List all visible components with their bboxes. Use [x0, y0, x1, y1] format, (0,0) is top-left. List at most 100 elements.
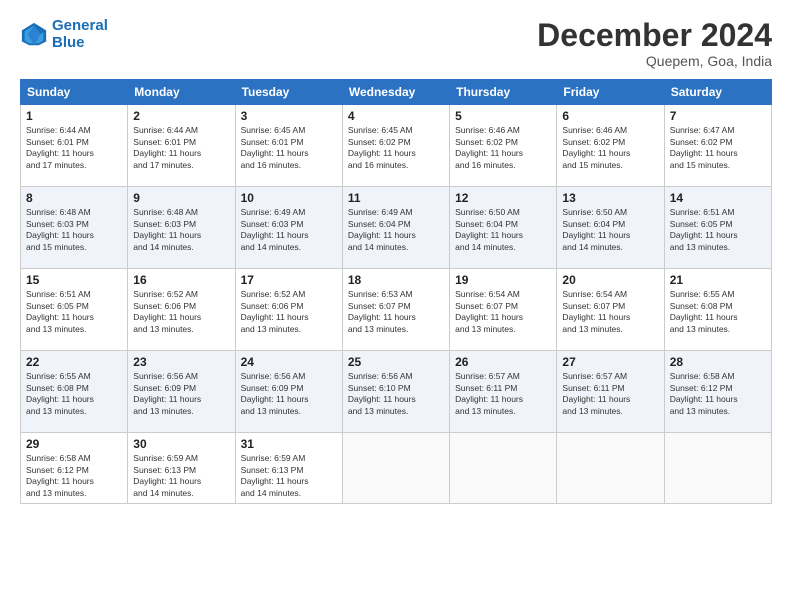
- page: General Blue December 2024 Quepem, Goa, …: [0, 0, 792, 612]
- day-detail: Sunrise: 6:57 AM Sunset: 6:11 PM Dayligh…: [562, 371, 658, 417]
- calendar-week-3: 15 Sunrise: 6:51 AM Sunset: 6:05 PM Dayli…: [21, 269, 772, 351]
- day-number: 25: [348, 355, 444, 369]
- day-detail: Sunrise: 6:46 AM Sunset: 6:02 PM Dayligh…: [455, 125, 551, 171]
- calendar-cell: 7 Sunrise: 6:47 AM Sunset: 6:02 PM Daylig…: [664, 105, 771, 187]
- day-number: 17: [241, 273, 337, 287]
- logo-text: General Blue: [52, 18, 108, 51]
- day-detail: Sunrise: 6:58 AM Sunset: 6:12 PM Dayligh…: [26, 453, 122, 499]
- calendar-cell: 4 Sunrise: 6:45 AM Sunset: 6:02 PM Daylig…: [342, 105, 449, 187]
- day-number: 5: [455, 109, 551, 123]
- day-number: 26: [455, 355, 551, 369]
- calendar-cell: [557, 433, 664, 504]
- calendar-cell: 20 Sunrise: 6:54 AM Sunset: 6:07 PM Dayli…: [557, 269, 664, 351]
- day-detail: Sunrise: 6:49 AM Sunset: 6:04 PM Dayligh…: [348, 207, 444, 253]
- calendar-header-thursday: Thursday: [450, 80, 557, 105]
- calendar-cell: 24 Sunrise: 6:56 AM Sunset: 6:09 PM Dayli…: [235, 351, 342, 433]
- day-number: 29: [26, 437, 122, 451]
- calendar-cell: 9Sunrise: 6:48 AM Sunset: 6:03 PM Daylig…: [128, 187, 235, 269]
- day-detail: Sunrise: 6:53 AM Sunset: 6:07 PM Dayligh…: [348, 289, 444, 335]
- calendar-cell: 18 Sunrise: 6:53 AM Sunset: 6:07 PM Dayli…: [342, 269, 449, 351]
- day-number: 30: [133, 437, 229, 451]
- calendar-cell: 19 Sunrise: 6:54 AM Sunset: 6:07 PM Dayli…: [450, 269, 557, 351]
- calendar-cell: [342, 433, 449, 504]
- calendar-week-5: 29 Sunrise: 6:58 AM Sunset: 6:12 PM Dayli…: [21, 433, 772, 504]
- calendar-cell: 31 Sunrise: 6:59 AM Sunset: 6:13 PM Dayli…: [235, 433, 342, 504]
- calendar-cell: 26Sunrise: 6:57 AM Sunset: 6:11 PM Dayli…: [450, 351, 557, 433]
- calendar-header-tuesday: Tuesday: [235, 80, 342, 105]
- day-detail: Sunrise: 6:56 AM Sunset: 6:09 PM Dayligh…: [133, 371, 229, 417]
- day-detail: Sunrise: 6:44 AM Sunset: 6:01 PM Dayligh…: [26, 125, 122, 171]
- day-detail: Sunrise: 6:54 AM Sunset: 6:07 PM Dayligh…: [562, 289, 658, 335]
- calendar-cell: 8 Sunrise: 6:48 AM Sunset: 6:03 PM Daylig…: [21, 187, 128, 269]
- month-title: December 2024: [537, 18, 772, 53]
- calendar-header-wednesday: Wednesday: [342, 80, 449, 105]
- day-number: 16: [133, 273, 229, 287]
- calendar-cell: 10 Sunrise: 6:49 AM Sunset: 6:03 PM Dayli…: [235, 187, 342, 269]
- calendar-cell: 17Sunrise: 6:52 AM Sunset: 6:06 PM Dayli…: [235, 269, 342, 351]
- day-number: 4: [348, 109, 444, 123]
- calendar-cell: 6Sunrise: 6:46 AM Sunset: 6:02 PM Daylig…: [557, 105, 664, 187]
- day-detail: Sunrise: 6:44 AM Sunset: 6:01 PM Dayligh…: [133, 125, 229, 171]
- day-detail: Sunrise: 6:55 AM Sunset: 6:08 PM Dayligh…: [670, 289, 766, 335]
- day-detail: Sunrise: 6:45 AM Sunset: 6:02 PM Dayligh…: [348, 125, 444, 171]
- day-detail: Sunrise: 6:48 AM Sunset: 6:03 PM Dayligh…: [133, 207, 229, 253]
- calendar-header-saturday: Saturday: [664, 80, 771, 105]
- calendar-cell: 1 Sunrise: 6:44 AM Sunset: 6:01 PM Daylig…: [21, 105, 128, 187]
- title-block: December 2024 Quepem, Goa, India: [537, 18, 772, 69]
- calendar-cell: 12 Sunrise: 6:50 AM Sunset: 6:04 PM Dayli…: [450, 187, 557, 269]
- day-detail: Sunrise: 6:52 AM Sunset: 6:06 PM Dayligh…: [133, 289, 229, 335]
- day-detail: Sunrise: 6:56 AM Sunset: 6:09 PM Dayligh…: [241, 371, 337, 417]
- day-detail: Sunrise: 6:51 AM Sunset: 6:05 PM Dayligh…: [26, 289, 122, 335]
- calendar-cell: 14Sunrise: 6:51 AM Sunset: 6:05 PM Dayli…: [664, 187, 771, 269]
- day-detail: Sunrise: 6:55 AM Sunset: 6:08 PM Dayligh…: [26, 371, 122, 417]
- day-number: 20: [562, 273, 658, 287]
- calendar-cell: 16 Sunrise: 6:52 AM Sunset: 6:06 PM Dayli…: [128, 269, 235, 351]
- day-detail: Sunrise: 6:48 AM Sunset: 6:03 PM Dayligh…: [26, 207, 122, 253]
- day-number: 11: [348, 191, 444, 205]
- day-number: 8: [26, 191, 122, 205]
- day-detail: Sunrise: 6:58 AM Sunset: 6:12 PM Dayligh…: [670, 371, 766, 417]
- calendar-cell: 11 Sunrise: 6:49 AM Sunset: 6:04 PM Dayli…: [342, 187, 449, 269]
- calendar-header-row: SundayMondayTuesdayWednesdayThursdayFrid…: [21, 80, 772, 105]
- calendar-cell: 3Sunrise: 6:45 AM Sunset: 6:01 PM Daylig…: [235, 105, 342, 187]
- calendar-cell: [664, 433, 771, 504]
- day-number: 10: [241, 191, 337, 205]
- day-number: 2: [133, 109, 229, 123]
- calendar-cell: 23Sunrise: 6:56 AM Sunset: 6:09 PM Dayli…: [128, 351, 235, 433]
- day-number: 7: [670, 109, 766, 123]
- calendar-week-1: 1 Sunrise: 6:44 AM Sunset: 6:01 PM Daylig…: [21, 105, 772, 187]
- logo: General Blue: [20, 18, 108, 51]
- day-number: 12: [455, 191, 551, 205]
- calendar-header-sunday: Sunday: [21, 80, 128, 105]
- header: General Blue December 2024 Quepem, Goa, …: [20, 18, 772, 69]
- day-detail: Sunrise: 6:46 AM Sunset: 6:02 PM Dayligh…: [562, 125, 658, 171]
- day-detail: Sunrise: 6:56 AM Sunset: 6:10 PM Dayligh…: [348, 371, 444, 417]
- calendar-cell: 13 Sunrise: 6:50 AM Sunset: 6:04 PM Dayli…: [557, 187, 664, 269]
- calendar-cell: 29 Sunrise: 6:58 AM Sunset: 6:12 PM Dayli…: [21, 433, 128, 504]
- day-detail: Sunrise: 6:59 AM Sunset: 6:13 PM Dayligh…: [241, 453, 337, 499]
- calendar-header-friday: Friday: [557, 80, 664, 105]
- day-number: 13: [562, 191, 658, 205]
- day-number: 1: [26, 109, 122, 123]
- calendar-cell: 2 Sunrise: 6:44 AM Sunset: 6:01 PM Daylig…: [128, 105, 235, 187]
- calendar-cell: 27Sunrise: 6:57 AM Sunset: 6:11 PM Dayli…: [557, 351, 664, 433]
- day-detail: Sunrise: 6:50 AM Sunset: 6:04 PM Dayligh…: [562, 207, 658, 253]
- day-detail: Sunrise: 6:50 AM Sunset: 6:04 PM Dayligh…: [455, 207, 551, 253]
- day-number: 24: [241, 355, 337, 369]
- day-number: 19: [455, 273, 551, 287]
- calendar-cell: [450, 433, 557, 504]
- day-detail: Sunrise: 6:54 AM Sunset: 6:07 PM Dayligh…: [455, 289, 551, 335]
- calendar-cell: 15 Sunrise: 6:51 AM Sunset: 6:05 PM Dayli…: [21, 269, 128, 351]
- day-number: 18: [348, 273, 444, 287]
- calendar-header-monday: Monday: [128, 80, 235, 105]
- day-detail: Sunrise: 6:45 AM Sunset: 6:01 PM Dayligh…: [241, 125, 337, 171]
- day-number: 31: [241, 437, 337, 451]
- calendar-week-2: 8 Sunrise: 6:48 AM Sunset: 6:03 PM Daylig…: [21, 187, 772, 269]
- day-number: 28: [670, 355, 766, 369]
- day-detail: Sunrise: 6:47 AM Sunset: 6:02 PM Dayligh…: [670, 125, 766, 171]
- calendar-cell: 5 Sunrise: 6:46 AM Sunset: 6:02 PM Daylig…: [450, 105, 557, 187]
- day-number: 15: [26, 273, 122, 287]
- day-detail: Sunrise: 6:49 AM Sunset: 6:03 PM Dayligh…: [241, 207, 337, 253]
- calendar-cell: 25 Sunrise: 6:56 AM Sunset: 6:10 PM Dayli…: [342, 351, 449, 433]
- calendar-table: SundayMondayTuesdayWednesdayThursdayFrid…: [20, 79, 772, 504]
